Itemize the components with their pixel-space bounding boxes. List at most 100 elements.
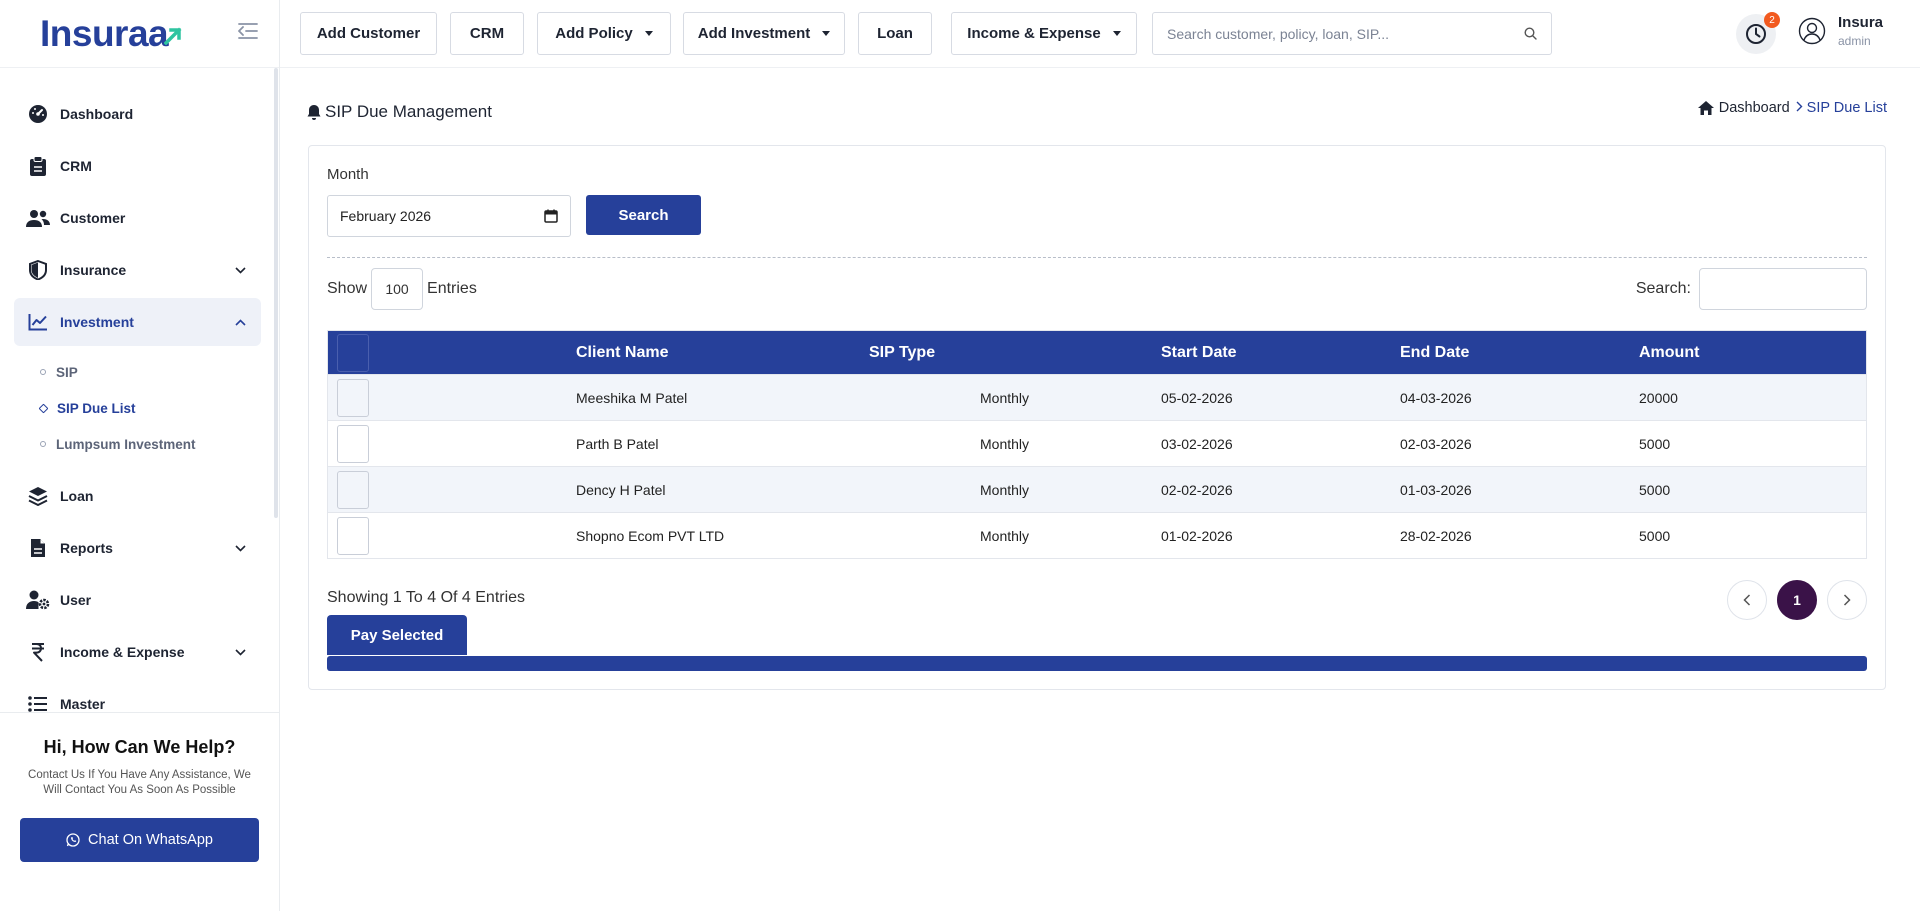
month-picker[interactable]: February 2026 [327,195,571,237]
row-checkbox[interactable] [337,425,369,463]
row-checkbox[interactable] [337,379,369,417]
sidebar-item-dashboard[interactable]: Dashboard [14,90,261,138]
sidebar-item-insurance[interactable]: Insurance [14,246,261,294]
table-horizontal-scrollbar[interactable] [327,656,1867,671]
pagination: 1 [1727,580,1867,620]
reminders-button[interactable]: 2 [1736,12,1780,54]
cell-client-name: Shopno Ecom PVT LTD [576,527,725,544]
select-all-checkbox[interactable] [337,334,369,372]
help-box: Hi, How Can We Help? Contact Us If You H… [0,712,279,911]
column-header-client-name[interactable]: Client Name [576,344,668,362]
chevron-right-icon [1796,100,1803,116]
entries-select[interactable]: 100 [371,268,424,310]
global-search-input[interactable] [1167,25,1524,42]
divider [327,257,1867,258]
previous-page-button[interactable] [1727,580,1767,620]
sidebar-item-user[interactable]: User [14,576,261,624]
sidebar-item-investment[interactable]: Investment [14,298,261,346]
page-title-text: SIP Due Management [325,102,492,121]
sidebar-item-label: CRM [60,158,92,174]
cell-amount: 5000 [1639,481,1671,498]
add-customer-button[interactable]: Add Customer [300,12,437,55]
row-checkbox[interactable] [337,471,369,509]
users-icon [26,206,50,230]
month-label: Month [327,166,369,183]
cell-end-date: 02-03-2026 [1400,435,1472,452]
page-button-1[interactable]: 1 [1777,580,1817,620]
show-entries: Show 100 Entries [327,268,477,310]
cell-sip-type: Monthly [980,481,1030,498]
sidebar-item-label: User [60,592,92,608]
bullet-icon [40,369,46,375]
pay-selected-button[interactable]: Pay Selected [327,615,467,655]
sidebar-item-loan[interactable]: Loan [14,472,261,520]
logo-arrow-icon [164,27,182,45]
sidebar-item-income-expense[interactable]: Income & Expense [14,628,261,676]
calendar-icon[interactable] [544,209,558,223]
table-row: Meeshika M Patel Monthly 05-02-2026 04-0… [328,374,1866,420]
table-row: Parth B Patel Monthly 03-02-2026 02-03-2… [328,420,1866,466]
sidebar-item-customer[interactable]: Customer [14,194,261,242]
add-customer-label: Add Customer [316,25,421,42]
column-header-amount[interactable]: Amount [1639,344,1699,362]
income-expense-dropdown[interactable]: Income & Expense [951,12,1137,55]
cell-sip-type: Monthly [980,435,1030,452]
search-icon[interactable] [1524,27,1537,40]
month-search-label: Search [618,206,669,224]
chevron-down-icon [233,263,247,277]
crm-button[interactable]: CRM [450,12,524,55]
user-menu[interactable]: Insura admin [1798,14,1883,48]
add-policy-dropdown[interactable]: Add Policy [537,12,671,55]
sidebar-item-label: Insurance [60,262,127,278]
sidebar-collapse-icon[interactable] [237,22,259,46]
cell-client-name: Parth B Patel [576,435,659,452]
sidebar: Insuraa Dashboard CRM Customer Insurance… [0,0,280,911]
shield-icon [26,258,50,282]
next-page-button[interactable] [1827,580,1867,620]
table-search-label: Search: [1635,280,1691,297]
add-investment-dropdown[interactable]: Add Investment [683,12,845,55]
sidebar-item-label: Master [60,696,106,712]
chevron-right-icon [1843,594,1851,606]
sidebar-item-reports[interactable]: Reports [14,524,261,572]
chevron-down-icon [233,645,247,659]
breadcrumb-dashboard-link[interactable]: Dashboard [1697,100,1790,116]
rupee-icon [26,640,50,664]
help-title: Hi, How Can We Help? [43,737,236,757]
loan-label: Loan [877,25,913,42]
sidebar-subitem-sip[interactable]: SIP [40,354,261,390]
page-header: SIP Due Management Dashboard SIP Due Lis… [307,100,1887,130]
sidebar-item-label: Dashboard [60,106,134,122]
sip-due-table: Client Name SIP Type Start Date End Date… [327,330,1867,559]
add-policy-label: Add Policy [555,25,633,42]
chat-whatsapp-button[interactable]: Chat On WhatsApp [20,818,259,862]
cell-start-date: 01-02-2026 [1161,527,1233,544]
sip-due-card: Month February 2026 Search Show 100 Entr… [308,145,1886,690]
row-checkbox[interactable] [337,517,369,555]
table-search-input[interactable] [1699,268,1867,310]
column-header-sip-type[interactable]: SIP Type [869,344,935,362]
sidebar-item-crm[interactable]: CRM [14,142,261,190]
column-header-end-date[interactable]: End Date [1400,344,1469,362]
column-header-start-date[interactable]: Start Date [1161,344,1237,362]
table-header-row: Client Name SIP Type Start Date End Date… [328,331,1866,374]
brand-name: Insuraa [40,12,169,54]
sidebar-subitem-lumpsum[interactable]: Lumpsum Investment [40,426,261,462]
page-title: SIP Due Management [307,102,492,122]
sidebar-item-label: Reports [60,540,113,556]
sidebar-subitem-sip-due-list[interactable]: SIP Due List [38,390,261,426]
layers-icon [26,484,50,508]
global-search-box [1152,12,1552,55]
sidebar-scrollbar[interactable] [274,68,278,518]
cell-client-name: Meeshika M Patel [576,389,688,406]
whatsapp-icon [66,833,80,847]
user-name: Insura [1838,14,1884,31]
sidebar-nav: Dashboard CRM Customer Insurance Investm… [14,90,261,732]
subitem-label: SIP Due List [57,400,136,416]
investment-submenu: SIP SIP Due List Lumpsum Investment [14,350,261,472]
chat-whatsapp-label: Chat On WhatsApp [88,832,213,848]
brand-logo[interactable]: Insuraa [40,13,182,55]
month-search-button[interactable]: Search [586,195,701,235]
table-row: Shopno Ecom PVT LTD Monthly 01-02-2026 2… [328,512,1866,558]
loan-button[interactable]: Loan [858,12,932,55]
